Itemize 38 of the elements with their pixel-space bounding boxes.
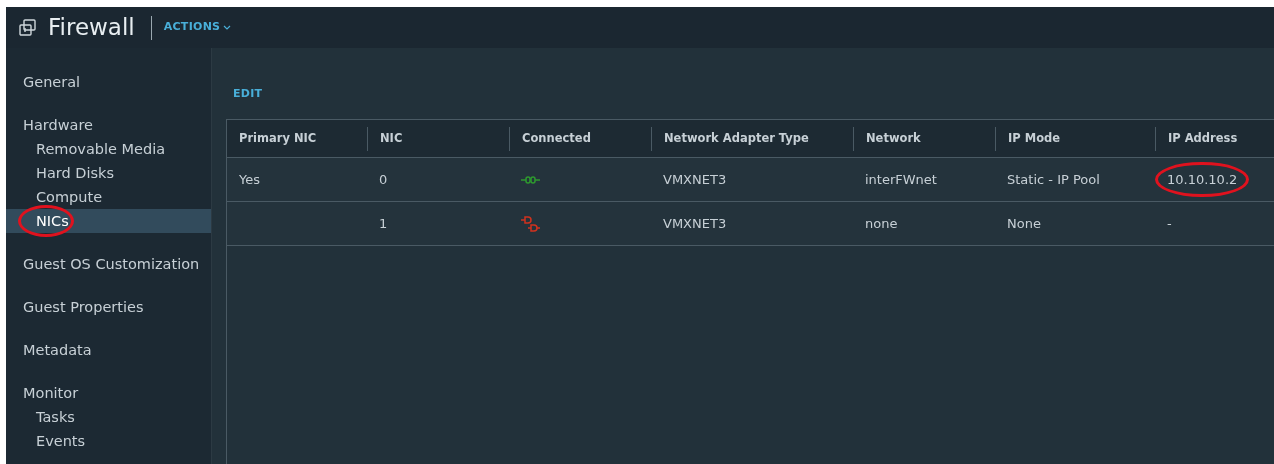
column-header: Primary NIC — [238, 129, 317, 147]
sidebar-item[interactable]: Guest Properties — [6, 295, 211, 319]
sidebar-subitem[interactable]: NICs — [6, 209, 211, 233]
vm-icon — [18, 17, 38, 38]
column-header: NIC — [379, 129, 403, 147]
sidebar-subitem[interactable]: Compute — [6, 185, 211, 209]
column-header: IP Mode — [1007, 129, 1061, 147]
sidebar-item[interactable]: Guest OS Customization — [6, 252, 211, 276]
caret-icon — [223, 24, 232, 31]
column-header: Network Adapter Type — [663, 129, 809, 147]
sidebar-subitem[interactable]: Hard Disks — [6, 161, 211, 185]
page-title: Firewall — [48, 13, 135, 43]
table-cell-text: None — [1007, 214, 1041, 233]
sidebar-item[interactable]: Metadata — [6, 338, 211, 362]
table-cell-text: VMXNET3 — [663, 214, 727, 233]
sidebar-item[interactable]: Hardware — [6, 113, 211, 137]
actions-menu-button[interactable]: ACTIONS — [163, 19, 232, 36]
table-cell-text: Static - IP Pool — [1007, 170, 1100, 189]
table-cell-text: none — [865, 214, 898, 233]
sidebar-subitem[interactable]: Events — [6, 429, 211, 453]
disconnected-plug-icon — [521, 215, 541, 232]
edit-button[interactable]: EDIT — [233, 86, 263, 103]
table-cell-text: 0 — [379, 170, 388, 189]
table-cell-text: 1 — [379, 214, 388, 233]
connected-plug-icon — [521, 175, 541, 184]
sidebar-item[interactable]: Monitor — [6, 381, 211, 405]
column-header: IP Address — [1167, 129, 1238, 147]
table-cell-text: VMXNET3 — [663, 170, 727, 189]
column-header: Connected — [521, 129, 591, 147]
table-cell: 10.10.10.2 — [1167, 171, 1238, 187]
column-header: Network — [865, 129, 921, 147]
sidebar-subitem[interactable]: Removable Media — [6, 137, 211, 161]
table-cell-text: Yes — [239, 170, 260, 189]
highlight-ellipse — [18, 205, 74, 237]
sidebar-item[interactable]: General — [6, 70, 211, 94]
table-cell-text: interFWnet — [865, 170, 937, 189]
table-cell-text: - — [1167, 214, 1172, 233]
sidebar-subitem[interactable]: Tasks — [6, 405, 211, 429]
